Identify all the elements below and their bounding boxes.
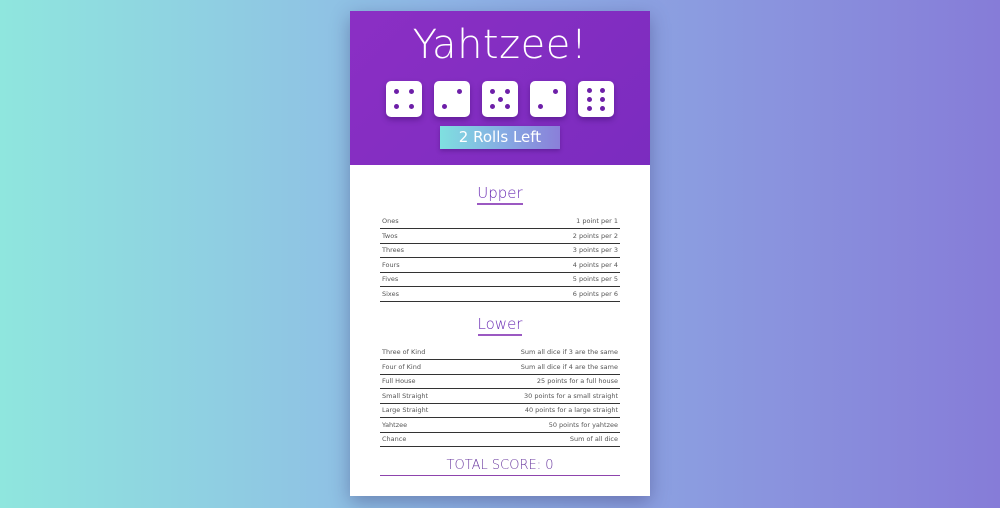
upper-score-table: Ones 1 point per 1 Twos 2 points per 2 Three… <box>380 214 620 302</box>
score-row-ones[interactable]: Ones 1 point per 1 <box>380 214 620 229</box>
score-row-description: 6 points per 6 <box>462 286 620 302</box>
die-pip <box>394 103 400 109</box>
score-row-description: 3 points per 3 <box>462 243 620 258</box>
lower-score-table: Three of Kind Sum all dice if 3 are the s… <box>380 345 620 447</box>
die-pip <box>408 89 414 95</box>
score-row-name: Sixes <box>380 286 463 302</box>
die-pip <box>441 104 447 110</box>
die-pip <box>489 104 495 110</box>
roll-dice-button[interactable]: 2 Rolls Left <box>440 126 560 149</box>
score-row-three-of-kind[interactable]: Three of Kind Sum all dice if 3 are the s… <box>380 345 620 360</box>
die-5[interactable] <box>578 81 614 117</box>
score-row-name: Ones <box>380 214 463 229</box>
score-row-name: Small Straight <box>380 388 460 404</box>
score-row-fives[interactable]: Fives 5 points per 5 <box>380 272 620 287</box>
die-pip <box>457 88 463 94</box>
score-row-sixes[interactable]: Sixes 6 points per 6 <box>380 286 620 302</box>
lower-section-label: Lower <box>477 315 523 336</box>
score-row-name: Yahtzee <box>380 417 460 433</box>
score-row-description: 25 points for a full house <box>459 374 620 389</box>
die-pip <box>505 104 511 110</box>
die-pip <box>394 89 400 95</box>
score-row-name: Threes <box>380 243 463 258</box>
score-row-description: 30 points for a small straight <box>459 388 620 404</box>
score-row-name: Large Straight <box>380 403 460 418</box>
score-row-description: Sum of all dice <box>459 432 620 447</box>
game-title: Yahtzee! <box>412 22 588 68</box>
die-1[interactable] <box>386 81 422 117</box>
upper-section-title: Upper <box>350 184 650 205</box>
score-row-twos[interactable]: Twos 2 points per 2 <box>380 228 620 244</box>
game-header: Yahtzee! 2 Rolls Left <box>350 11 650 165</box>
die-pip <box>599 87 605 93</box>
die-3[interactable] <box>482 81 518 117</box>
score-row-threes[interactable]: Threes 3 points per 3 <box>380 243 620 258</box>
score-row-full-house[interactable]: Full House 25 points for a full house <box>380 374 620 389</box>
score-row-description: Sum all dice if 4 are the same <box>459 359 620 375</box>
score-row-name: Fives <box>380 272 463 287</box>
die-pip <box>587 87 593 93</box>
score-row-large-straight[interactable]: Large Straight 40 points for a large stra… <box>380 403 620 418</box>
total-score: TOTAL SCORE: 0 <box>380 458 620 476</box>
score-row-name: Fours <box>380 257 463 273</box>
lower-section-title: Lower <box>350 315 650 336</box>
die-pip <box>497 96 503 102</box>
score-row-description: 1 point per 1 <box>462 214 620 229</box>
die-pip <box>587 105 593 111</box>
die-pip <box>408 103 414 109</box>
score-row-name: Full House <box>380 374 460 389</box>
die-pip <box>537 104 543 110</box>
game-card: Yahtzee! 2 Rolls Left Upper Ones 1 point … <box>350 11 650 496</box>
score-row-description: Sum all dice if 3 are the same <box>459 345 620 360</box>
score-row-chance[interactable]: Chance Sum of all dice <box>380 432 620 447</box>
score-row-description: 5 points per 5 <box>462 272 620 287</box>
score-row-small-straight[interactable]: Small Straight 30 points for a small stra… <box>380 388 620 404</box>
die-pip <box>489 88 495 94</box>
score-row-description: 50 points for yahtzee <box>459 417 620 433</box>
score-row-name: Four of Kind <box>380 359 460 375</box>
score-row-name: Chance <box>380 432 460 447</box>
die-pip <box>587 96 593 102</box>
upper-section-label: Upper <box>477 184 523 205</box>
die-4[interactable] <box>530 81 566 117</box>
score-row-name: Twos <box>380 228 463 244</box>
score-row-description: 2 points per 2 <box>462 228 620 244</box>
score-row-description: 40 points for a large straight <box>459 403 620 418</box>
die-pip <box>599 96 605 102</box>
score-row-yahtzee[interactable]: Yahtzee 50 points for yahtzee <box>380 417 620 433</box>
score-row-name: Three of Kind <box>380 345 460 360</box>
score-row-description: 4 points per 4 <box>462 257 620 273</box>
score-row-fours[interactable]: Fours 4 points per 4 <box>380 257 620 273</box>
die-pip <box>599 105 605 111</box>
die-pip <box>505 88 511 94</box>
die-2[interactable] <box>434 81 470 117</box>
die-pip <box>553 88 559 94</box>
dice-row <box>350 81 650 117</box>
score-row-four-of-kind[interactable]: Four of Kind Sum all dice if 4 are the sa… <box>380 359 620 375</box>
